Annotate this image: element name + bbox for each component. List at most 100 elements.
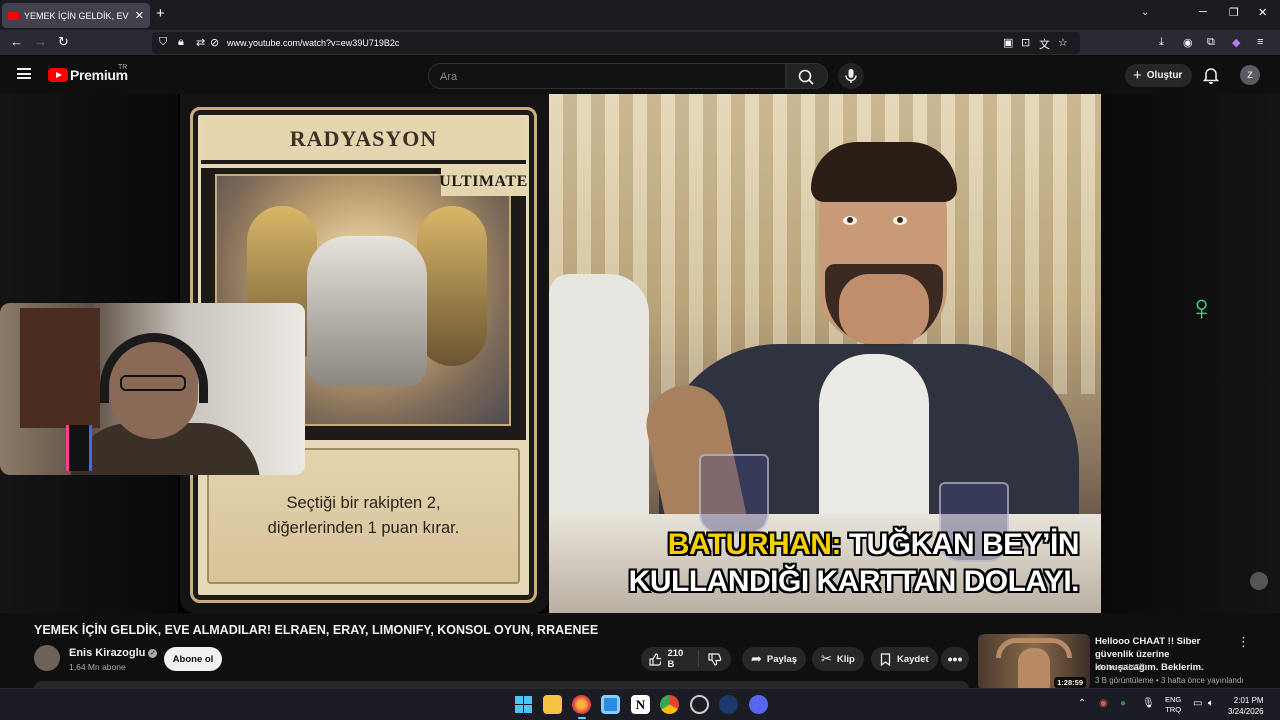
plus-icon: + — [1133, 67, 1142, 84]
share-button[interactable]: ➦ Paylaş — [742, 647, 807, 671]
channel-avatar[interactable] — [34, 645, 60, 671]
new-tab-icon[interactable]: + — [156, 5, 165, 22]
notifications-bell-icon[interactable] — [1203, 66, 1219, 84]
show-hidden-icons-chevron-icon[interactable]: ⌃ — [1078, 698, 1086, 709]
forward-arrow-icon[interactable]: → — [34, 34, 47, 49]
recommendation-duration: 1:28:59 — [1054, 677, 1086, 688]
subscriber-count: 1,64 Mn abone — [69, 662, 126, 672]
app-menu-icon[interactable]: ≡ — [1257, 36, 1263, 48]
restore-window-icon[interactable]: ❐ — [1229, 6, 1239, 19]
chrome-icon[interactable] — [660, 695, 679, 714]
share-arrow-icon: ➦ — [751, 651, 762, 666]
clip-label: Klip — [836, 653, 855, 665]
guide-menu-icon[interactable] — [17, 68, 31, 79]
downloads-icon[interactable]: ⤓ — [1159, 36, 1164, 49]
more-actions-button[interactable]: ••• — [941, 647, 969, 671]
subtitle-line-2: KULLANDIĞI KARTTAN DOLAYI. — [628, 565, 1080, 598]
channel-watermark-icon[interactable]: ♀ — [1188, 290, 1215, 326]
github-desktop-icon[interactable] — [690, 695, 709, 714]
language-code: ENG — [1165, 695, 1182, 704]
bookmark-star-icon[interactable]: ☆ — [1058, 36, 1068, 49]
close-tab-icon[interactable]: ✕ — [135, 9, 144, 22]
video-player[interactable]: RADYASYON ULTIMATE Seçtiği bir rakipten … — [0, 94, 1280, 613]
blocked-autoplay-icon[interactable]: ⊘ — [210, 36, 219, 49]
share-label: Paylaş — [766, 653, 798, 665]
picture-in-picture-icon[interactable]: ▣ — [1003, 36, 1013, 49]
back-arrow-icon[interactable]: ← — [10, 34, 23, 49]
card-description: Seçtiği bir rakipten 2, diğerlerinden 1 … — [267, 494, 460, 537]
windows-start-icon[interactable] — [514, 695, 533, 714]
channel-name-row[interactable]: Enis Kirazoglu ✓ — [69, 647, 158, 659]
verified-badge-icon: ✓ — [148, 649, 158, 658]
tray-app-green-icon[interactable]: ● — [1120, 698, 1126, 709]
clock-time: 2:01 PM — [1233, 696, 1264, 705]
firefox-icon[interactable] — [572, 695, 591, 714]
network-icon[interactable]: ▭ — [1193, 698, 1202, 709]
video-right-backdrop — [1101, 94, 1280, 613]
file-explorer-icon[interactable] — [543, 695, 562, 714]
minimize-window-icon[interactable]: ─ — [1199, 6, 1207, 18]
recommendation-channel[interactable]: Mehmet INCE — [1095, 663, 1145, 672]
tray-app-icon[interactable]: ◉ — [1099, 698, 1108, 709]
recommendation-meta: 3 B görüntüleme • 3 hafta önce yayınland… — [1095, 676, 1244, 685]
microphone-tray-icon[interactable]: 🎙︎ — [1142, 698, 1155, 709]
channel-mini-avatar-icon[interactable] — [1250, 572, 1268, 590]
subscribe-button[interactable]: Abone ol — [164, 647, 222, 671]
like-button[interactable]: 210 B — [641, 648, 699, 670]
video-title: YEMEK İÇİN GELDİK, EVE ALMADILAR! ELRAEN… — [34, 623, 599, 637]
permissions-icon[interactable]: ⇄ — [196, 36, 205, 49]
translate-icon[interactable]: 文 — [1039, 36, 1050, 52]
youtube-logo-icon[interactable] — [48, 68, 68, 82]
voice-search-button[interactable] — [838, 63, 864, 89]
clip-button[interactable]: ✂ Klip — [812, 647, 864, 671]
list-tabs-chevron-icon[interactable]: ⌄ — [1141, 7, 1149, 18]
channel-name[interactable]: Enis Kirazoglu — [69, 647, 145, 659]
volume-icon[interactable]: 🔈︎ — [1208, 698, 1214, 709]
thumbs-down-icon — [708, 652, 722, 666]
create-label: Oluştur — [1146, 70, 1183, 81]
shield-icon[interactable]: ⛉ — [159, 36, 167, 49]
user-avatar[interactable]: Z — [1240, 65, 1260, 85]
create-button[interactable]: + Oluştur — [1125, 64, 1192, 87]
save-button[interactable]: Kaydet — [871, 647, 938, 671]
scissors-icon: ✂ — [821, 651, 832, 666]
search-placeholder: Ara — [440, 71, 458, 83]
photos-app-icon[interactable] — [601, 695, 620, 714]
save-label: Kaydet — [897, 653, 929, 665]
extension-diamond-icon[interactable]: ◆ — [1232, 36, 1240, 49]
clock-date: 3/24/2026 — [1228, 707, 1264, 716]
address-bar[interactable]: ⛉ 🔒︎ ⇄ ⊘ www.youtube.com/watch?v=ew39U71… — [152, 32, 1080, 54]
youtube-favicon-icon — [8, 11, 19, 20]
lock-icon[interactable]: 🔒︎ — [178, 36, 184, 49]
extensions-icon[interactable]: ⧉ — [1207, 36, 1215, 49]
video-subtitle: BATURHAN: TUĞKAN BEY’İN KULLANDIĞI KARTT… — [549, 526, 1080, 600]
url-text[interactable]: www.youtube.com/watch?v=ew39U719B2c — [227, 38, 399, 48]
subtitle-speaker: BATURHAN: — [667, 528, 842, 561]
system-clock[interactable]: 2:01 PM 3/24/2026 — [1228, 695, 1264, 717]
browser-tab-title: YEMEK İÇİN GELDİK, EVE ALMADILAR! ELRAEN… — [24, 10, 129, 21]
reload-icon[interactable]: ↻ — [58, 34, 69, 50]
browser-tab-youtube[interactable]: YEMEK İÇİN GELDİK, EVE ALMADILAR! ELRAEN… — [2, 3, 150, 28]
region-code: TR — [118, 64, 128, 71]
search-icon — [798, 69, 814, 85]
recommendation-menu-icon[interactable]: ⋮ — [1237, 634, 1250, 650]
browser-tab-bar: YEMEK İÇİN GELDİK, EVE ALMADILAR! ELRAEN… — [0, 0, 1280, 30]
steam-icon[interactable] — [719, 695, 738, 714]
microphone-icon — [845, 69, 857, 83]
more-horizontal-icon: ••• — [947, 651, 963, 667]
subtitle-line-1: TUĞKAN BEY’İN — [848, 528, 1080, 561]
recommendation-thumbnail[interactable]: 1:28:59 — [978, 634, 1090, 690]
windows-taskbar: N ⌃ ◉ ● 🎙︎ ENG TRQ ▭ 🔈︎ 2:01 PM 3/24/202… — [0, 688, 1280, 720]
discord-icon[interactable] — [749, 695, 768, 714]
youtube-masthead: Premium TR Ara + Oluştur Z — [0, 57, 1280, 94]
account-icon[interactable]: ◉ — [1183, 36, 1193, 49]
dislike-button[interactable] — [699, 652, 731, 666]
close-window-icon[interactable]: ✕ — [1258, 6, 1267, 19]
streamer-webcam — [0, 303, 305, 475]
search-button[interactable] — [786, 63, 828, 89]
search-input[interactable]: Ara — [428, 63, 786, 89]
input-language-indicator[interactable]: ENG TRQ — [1165, 695, 1181, 715]
notion-icon[interactable]: N — [631, 695, 650, 714]
screenshot-icon[interactable]: ⊡ — [1021, 36, 1030, 49]
thumbs-up-icon — [649, 652, 662, 666]
